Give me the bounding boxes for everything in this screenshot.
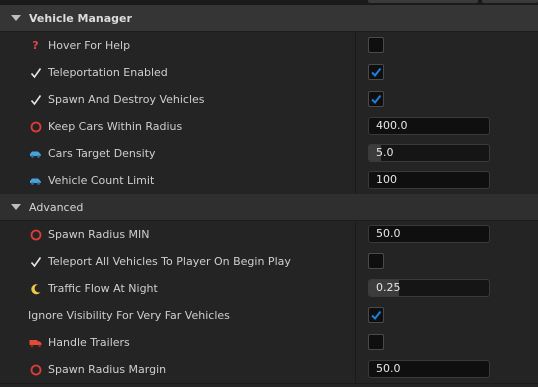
teleport-all-on-begin-play-checkbox[interactable] xyxy=(368,253,384,269)
column-divider xyxy=(355,329,356,356)
traffic-flow-at-night-slider[interactable]: 0.25 xyxy=(368,279,490,297)
property-name: Teleport All Vehicles To Player On Begin… xyxy=(29,248,291,275)
input-value: 50.0 xyxy=(376,227,401,240)
radius-circle-icon xyxy=(29,364,42,376)
handle-trailers-checkbox[interactable] xyxy=(368,334,384,350)
cars-target-density-slider[interactable]: 5.0 xyxy=(368,144,490,162)
property-name: Cars Target Density xyxy=(29,140,156,167)
property-label: Spawn Radius MIN xyxy=(48,228,150,241)
section-vehicle-manager[interactable]: Vehicle Manager xyxy=(0,5,538,32)
teleportation-enabled-checkbox[interactable] xyxy=(368,64,384,80)
row-spawn-and-destroy-vehicles: Spawn And Destroy Vehicles xyxy=(0,86,538,114)
property-label: Handle Trailers xyxy=(48,336,130,349)
row-vehicle-count-limit: Vehicle Count Limit 100 xyxy=(0,167,538,195)
moon-icon xyxy=(29,283,42,295)
checkmark-icon xyxy=(29,67,42,79)
property-name: Vehicle Count Limit xyxy=(29,167,154,194)
property-name: ? Hover For Help xyxy=(29,32,130,59)
question-mark-icon: ? xyxy=(32,39,39,52)
column-divider xyxy=(355,59,356,86)
property-label: Traffic Flow At Night xyxy=(48,282,158,295)
column-divider xyxy=(355,32,356,59)
property-name: Spawn Radius Margin xyxy=(29,356,166,383)
property-name: Traffic Flow At Night xyxy=(29,275,158,302)
collapse-arrow-icon[interactable] xyxy=(11,15,21,21)
property-name: Keep Cars Within Radius xyxy=(29,113,182,140)
hover-for-help-checkbox[interactable] xyxy=(368,37,384,53)
column-divider xyxy=(355,356,356,383)
checkmark-icon xyxy=(29,256,42,268)
column-divider xyxy=(355,302,356,329)
input-value: 400.0 xyxy=(376,119,408,132)
car-icon xyxy=(29,176,42,186)
section-title: Vehicle Manager xyxy=(29,11,132,25)
property-label: Ignore Visibility For Very Far Vehicles xyxy=(28,309,230,322)
row-teleport-all-on-begin-play: Teleport All Vehicles To Player On Begin… xyxy=(0,248,538,276)
vehicle-count-limit-input[interactable]: 100 xyxy=(368,171,490,189)
property-name: Spawn Radius MIN xyxy=(29,221,150,248)
column-divider xyxy=(355,86,356,113)
spawn-and-destroy-checkbox[interactable] xyxy=(368,91,384,107)
property-name: Spawn And Destroy Vehicles xyxy=(29,86,205,113)
property-name: Handle Trailers xyxy=(29,329,130,356)
property-label: Teleportation Enabled xyxy=(48,66,168,79)
column-divider xyxy=(355,248,356,275)
radius-circle-icon xyxy=(29,229,42,241)
row-cars-target-density: Cars Target Density 5.0 xyxy=(0,140,538,168)
input-value: 50.0 xyxy=(376,362,401,375)
column-divider xyxy=(355,140,356,167)
section-title: Advanced xyxy=(29,200,84,214)
row-spawn-radius-min: Spawn Radius MIN 50.0 xyxy=(0,221,538,249)
row-spawn-radius-margin: Spawn Radius Margin 50.0 xyxy=(0,356,538,384)
row-ignore-visibility-far: Ignore Visibility For Very Far Vehicles xyxy=(0,302,538,330)
top-strip-segment xyxy=(482,0,538,3)
row-keep-cars-within-radius: Keep Cars Within Radius 400.0 xyxy=(0,113,538,141)
keep-cars-within-radius-input[interactable]: 400.0 xyxy=(368,117,490,135)
column-divider xyxy=(355,275,356,302)
property-name: Ignore Visibility For Very Far Vehicles xyxy=(28,302,230,329)
row-handle-trailers: Handle Trailers xyxy=(0,329,538,357)
column-divider xyxy=(355,167,356,194)
collapse-arrow-icon[interactable] xyxy=(11,204,21,210)
property-label: Teleport All Vehicles To Player On Begin… xyxy=(48,255,291,268)
car-icon xyxy=(29,149,42,159)
section-advanced[interactable]: Advanced xyxy=(0,194,538,221)
property-name: Teleportation Enabled xyxy=(29,59,168,86)
radius-circle-icon xyxy=(29,121,42,133)
property-label: Hover For Help xyxy=(48,39,131,52)
spawn-radius-min-input[interactable]: 50.0 xyxy=(368,225,490,243)
row-traffic-flow-at-night: Traffic Flow At Night 0.25 xyxy=(0,275,538,303)
input-value: 0.25 xyxy=(376,281,401,294)
input-value: 100 xyxy=(376,173,397,186)
property-label: Cars Target Density xyxy=(48,147,156,160)
checkmark-icon xyxy=(29,94,42,106)
spawn-radius-margin-input[interactable]: 50.0 xyxy=(368,360,490,378)
check-mark-icon xyxy=(371,94,382,105)
column-divider xyxy=(355,113,356,140)
property-label: Keep Cars Within Radius xyxy=(48,120,183,133)
row-hover-for-help: ? Hover For Help xyxy=(0,32,538,60)
property-label: Spawn Radius Margin xyxy=(48,363,167,376)
truck-icon xyxy=(29,338,42,348)
ignore-visibility-far-checkbox[interactable] xyxy=(368,307,384,323)
input-value: 5.0 xyxy=(376,146,394,159)
check-mark-icon xyxy=(371,67,382,78)
check-mark-icon xyxy=(371,310,382,321)
row-teleportation-enabled: Teleportation Enabled xyxy=(0,59,538,87)
property-label: Vehicle Count Limit xyxy=(48,174,155,187)
property-label: Spawn And Destroy Vehicles xyxy=(48,93,205,106)
top-strip-segment xyxy=(368,0,478,3)
column-divider xyxy=(355,221,356,248)
